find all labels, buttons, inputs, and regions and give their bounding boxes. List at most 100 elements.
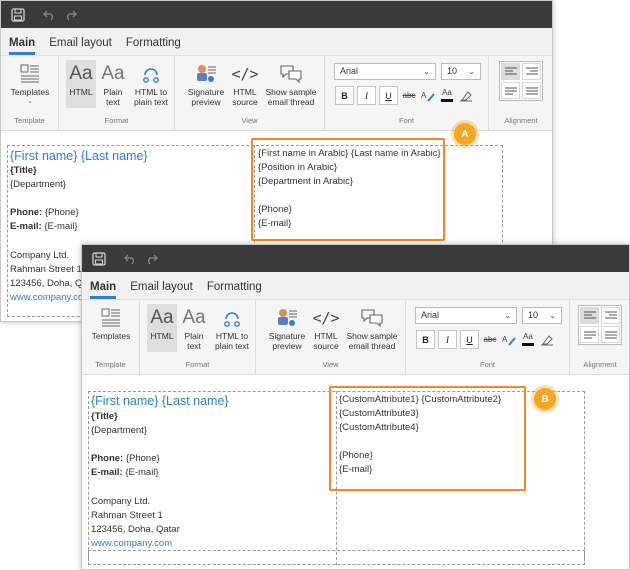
font-size-select[interactable]: 10 ⌄ (522, 307, 562, 324)
templates-button[interactable]: Templates ⌄ (7, 60, 53, 107)
code-icon: </> (312, 309, 340, 327)
undo-icon[interactable] (123, 251, 139, 267)
html-to-plain-text-button[interactable]: HTML to plain text (129, 60, 173, 107)
callout-b: B (534, 388, 556, 410)
ribbon: Templates ⌄ Template Aa HTML Aa Plain te… (1, 56, 552, 131)
phone-value: {Phone} (42, 207, 79, 218)
html-source-button[interactable]: </> HTML source (311, 304, 341, 352)
highlight-icon[interactable]: A (420, 86, 436, 105)
html-source-label-2: source (232, 97, 258, 107)
html-to-plain-label-2: plain text (214, 341, 250, 351)
signature-website[interactable]: www.company.co (10, 292, 83, 303)
font-color-glyph: Aa (442, 88, 452, 97)
templates-button[interactable]: Templates (88, 304, 134, 341)
signature-preview-button[interactable]: Signature preview (266, 304, 308, 351)
signature-street: Rahman Street 1 (10, 264, 82, 275)
signature-preview-label-2: preview (191, 97, 221, 107)
highlight-icon[interactable]: A (501, 330, 517, 349)
view-group-label: View (241, 116, 258, 125)
signature-website[interactable]: www.company.com (91, 538, 172, 549)
plain-text-button[interactable]: Aa Plain text (180, 304, 208, 351)
html-source-label-2: source (313, 341, 339, 351)
tab-formatting[interactable]: Formatting (126, 37, 181, 55)
font-color-button[interactable]: Aa (520, 330, 536, 349)
eraser-icon[interactable] (539, 330, 555, 349)
font-size-select[interactable]: 10 ⌄ (441, 63, 481, 80)
eraser-icon[interactable] (458, 86, 474, 105)
align-bottom-left-icon[interactable] (580, 326, 599, 343)
chat-bubbles-icon (361, 309, 383, 328)
html-button[interactable]: Aa HTML (66, 60, 96, 108)
signature-company: Company Ltd. (91, 496, 151, 507)
align-top-left-icon[interactable] (580, 307, 599, 324)
plain-text-button[interactable]: Aa Plain text (99, 60, 127, 107)
convert-icon (224, 312, 240, 327)
underline-button[interactable]: U (379, 86, 398, 105)
font-name-select[interactable]: Arial ⌄ (334, 63, 436, 80)
alignment-group-label: Alignment (583, 360, 617, 369)
underline-button[interactable]: U (460, 330, 479, 349)
tab-formatting[interactable]: Formatting (207, 281, 262, 299)
plain-text-label-2: text (106, 97, 120, 107)
templates-label: Templates (91, 331, 131, 341)
highlight-box-b (329, 386, 526, 491)
save-icon[interactable] (91, 251, 107, 267)
signature-name: {First name} {Last name} (10, 149, 148, 163)
email-value: {E-mail} (122, 467, 159, 478)
signature-city: 123456, Doha, Qatar (91, 524, 180, 535)
templates-icon (20, 64, 39, 83)
alignment-group: Alignment (489, 56, 552, 131)
tab-main[interactable]: Main (90, 281, 117, 299)
font-name-value: Arial (340, 66, 359, 76)
plain-text-label-1: Plain (103, 87, 123, 97)
show-sample-email-thread-button[interactable]: Show sample email thread (263, 60, 319, 107)
html-to-plain-label-1: HTML to (215, 331, 249, 341)
align-top-left-icon[interactable] (501, 63, 520, 80)
redo-icon[interactable] (62, 7, 78, 23)
bold-button[interactable]: B (335, 86, 354, 105)
font-size-value: 10 (447, 66, 458, 76)
signature-email: E-mail: {E-mail} (91, 467, 159, 478)
chevron-down-icon: ⌄ (27, 98, 33, 105)
bold-button[interactable]: B (416, 330, 435, 349)
undo-icon[interactable] (42, 7, 58, 23)
signature-footer-row (88, 550, 585, 565)
highlight-box-a (251, 138, 445, 241)
view-group-label: View (322, 360, 339, 369)
align-bottom-right-icon[interactable] (601, 326, 620, 343)
tab-email-layout[interactable]: Email layout (130, 281, 193, 299)
strikethrough-button[interactable]: abc (401, 86, 417, 105)
signature-preview-icon (278, 309, 297, 326)
redo-icon[interactable] (143, 251, 159, 267)
template-group: Templates Template (82, 300, 140, 375)
align-bottom-right-icon[interactable] (522, 82, 541, 99)
html-label: HTML (69, 87, 93, 97)
html-source-button[interactable]: </> HTML source (230, 60, 260, 108)
signature-preview-button[interactable]: Signature preview (185, 60, 227, 107)
signature-phone: Phone: {Phone} (91, 453, 160, 464)
show-sample-label-2: email thread (267, 97, 315, 107)
signature-department: {Department} (10, 179, 66, 190)
italic-button[interactable]: I (357, 86, 376, 105)
tab-main[interactable]: Main (9, 37, 36, 55)
font-color-glyph: Aa (523, 332, 533, 341)
signature-title: {Title} (10, 165, 37, 176)
save-icon[interactable] (10, 7, 26, 23)
html-button[interactable]: Aa HTML (147, 304, 177, 352)
strikethrough-button[interactable]: abc (482, 330, 498, 349)
align-top-right-icon[interactable] (601, 307, 620, 324)
tab-email-layout[interactable]: Email layout (49, 37, 112, 55)
align-top-right-icon[interactable] (522, 63, 541, 80)
font-color-bar (522, 343, 534, 346)
view-group: Signature preview </> HTML source Show s… (256, 300, 406, 375)
align-bottom-left-icon[interactable] (501, 82, 520, 99)
format-group: Aa HTML Aa Plain text HTML to plain text… (59, 56, 175, 131)
html-to-plain-text-button[interactable]: HTML to plain text (210, 304, 254, 351)
show-sample-email-thread-button[interactable]: Show sample email thread (344, 304, 400, 351)
svg-text:A: A (421, 91, 427, 100)
signature-title: {Title} (91, 411, 118, 422)
italic-button[interactable]: I (438, 330, 457, 349)
format-group: Aa HTML Aa Plain text HTML to plain text… (140, 300, 256, 375)
font-color-button[interactable]: Aa (439, 86, 455, 105)
font-name-select[interactable]: Arial ⌄ (415, 307, 517, 324)
